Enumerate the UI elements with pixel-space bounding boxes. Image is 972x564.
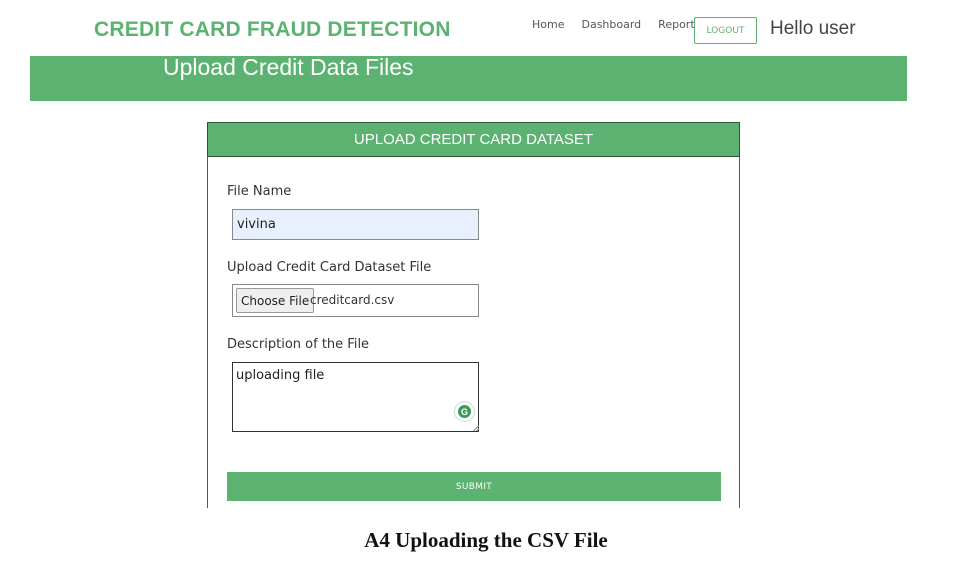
figure-caption: A4 Uploading the CSV File	[364, 528, 608, 552]
file-name-label: File Name	[227, 184, 292, 199]
chosen-file-name: creditcard.csv	[310, 293, 395, 307]
page-banner: Upload Credit Data Files	[30, 54, 907, 101]
upload-file-label: Upload Credit Card Dataset File	[227, 260, 432, 275]
file-upload-field[interactable]: Choose File creditcard.csv	[232, 284, 479, 317]
user-greeting: Hello user	[770, 18, 856, 39]
description-textarea[interactable]: uploading file	[232, 362, 479, 432]
page-title: Upload Credit Data Files	[163, 54, 414, 80]
grammar-assistant-glyph: G	[458, 405, 471, 418]
grammar-assistant-icon[interactable]: G	[454, 401, 475, 422]
logout-button[interactable]: LOGOUT	[694, 17, 757, 44]
resize-grip-icon[interactable]	[472, 424, 479, 431]
submit-button[interactable]: SUBMIT	[227, 472, 721, 501]
upload-form-card: UPLOAD CREDIT CARD DATASET File Name Upl…	[207, 122, 740, 508]
nav-dashboard-link[interactable]: Dashboard	[581, 18, 641, 31]
file-name-input[interactable]	[232, 209, 479, 240]
choose-file-button[interactable]: Choose File	[236, 288, 315, 313]
app-brand: CREDIT CARD FRAUD DETECTION	[94, 18, 451, 41]
description-label: Description of the File	[227, 337, 370, 352]
nav-home-link[interactable]: Home	[532, 18, 564, 31]
card-title: UPLOAD CREDIT CARD DATASET	[207, 122, 740, 157]
